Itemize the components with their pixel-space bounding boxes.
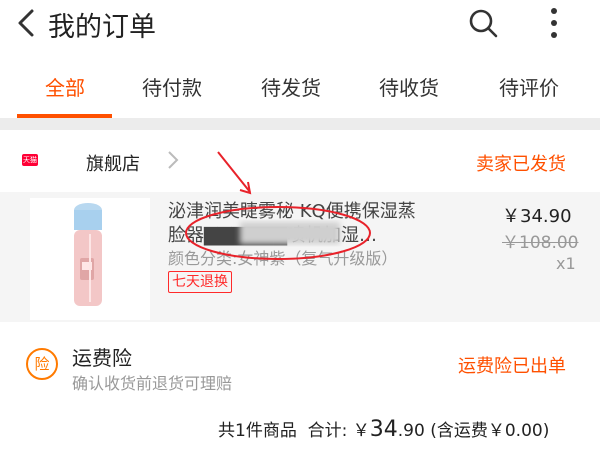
product-image[interactable] [30,198,150,320]
order-total: 共1件商品 合计: ￥34.90 (含运费￥0.00) [218,416,549,442]
insurance-title: 运费险 [72,346,132,370]
back-arrow-icon[interactable] [14,8,40,38]
shipping-insurance[interactable]: 险 运费险 确认收货前退货可理赔 运费险已出单 [0,330,600,402]
page-title: 我的订单 [48,12,156,43]
seven-day-return-badge: 七天退换 [168,271,232,293]
shop-name[interactable]: 旗舰店 [86,150,140,176]
product-item[interactable]: 泌津润美睫雾秘 KQ便携保湿蒸 脸器▇▇▇▇▇▇喷机加湿… 颜色分类:女神紫（复… [0,192,600,322]
tab-pending-shipment[interactable]: 待发货 [236,72,346,101]
original-price: ￥108.00 [502,233,579,253]
order-summary: 共1件商品 合计: ￥34.90 (含运费￥0.00) [0,406,600,450]
product-sku: 颜色分类:女神紫（复气升级版） [168,249,398,268]
order-card[interactable]: 天猫 旗舰店 卖家已发货 泌津润美睫雾秘 KQ便携保湿蒸 脸器▇▇▇▇▇▇喷机加… [0,130,600,457]
product-title-line1: 泌津润美睫雾秘 KQ便携保湿蒸 [168,201,416,222]
shipping-fee: (含运费￥0.00) [430,421,550,441]
order-status: 卖家已发货 [476,154,566,175]
more-options-icon[interactable] [544,6,564,40]
search-icon[interactable] [468,8,498,38]
active-tab-indicator [17,114,112,118]
total-decimal: .90 [397,421,425,441]
product-quantity: x1 [556,254,576,273]
tab-all[interactable]: 全部 [10,72,120,101]
tmall-logo-icon: 天猫 [22,154,38,166]
shop-row[interactable]: 天猫 旗舰店 卖家已发货 [0,130,600,190]
product-price: ￥34.90 [502,206,572,227]
total-currency: ￥ [352,421,370,441]
order-tabs: 全部 待付款 待发货 待收货 待评价 [0,52,600,118]
chevron-right-icon [168,151,179,169]
product-title[interactable]: 泌津润美睫雾秘 KQ便携保湿蒸 脸器▇▇▇▇▇▇喷机加湿… [168,200,444,248]
tab-pending-review[interactable]: 待评价 [474,72,584,101]
insurance-icon: 险 [26,348,58,380]
item-count: 共1件商品 [218,421,297,441]
total-integer: 34 [369,417,398,442]
total-label: 合计: [307,421,348,441]
tab-pending-receipt[interactable]: 待收货 [354,72,464,101]
tab-pending-payment[interactable]: 待付款 [117,72,227,101]
insurance-subtitle: 确认收货前退货可理赔 [72,374,233,393]
app-header: 我的订单 [0,0,600,52]
insurance-status: 运费险已出单 [458,356,566,377]
